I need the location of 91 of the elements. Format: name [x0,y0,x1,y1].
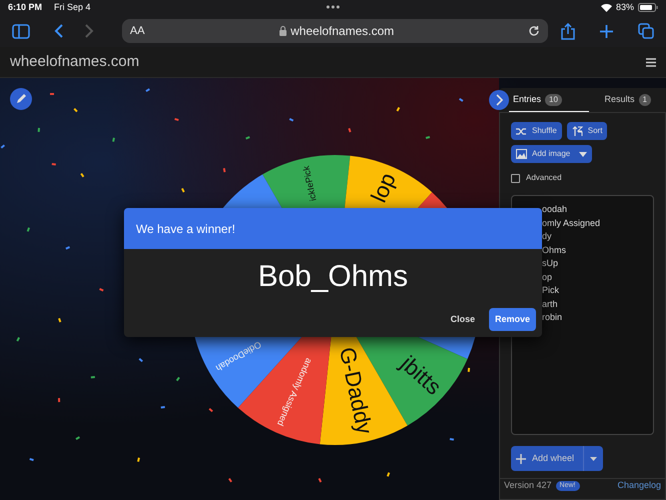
confetti-piece [80,173,84,178]
confetti-piece [386,472,390,477]
confetti-piece [58,318,62,322]
shuffle-icon [516,126,527,136]
back-icon[interactable] [54,23,64,39]
confetti-piece [458,98,464,102]
entry-text: op [542,270,554,284]
entry-text: dy [542,230,553,243]
entry-text: oodah [542,203,568,216]
confetti-piece [228,478,232,482]
confetti-piece [58,398,60,402]
pencil-icon [15,93,27,105]
caret-icon [579,152,588,156]
confetti-piece [160,406,165,408]
confetti-piece [246,136,250,140]
address-bar[interactable]: AA wheelofnames.com [122,19,548,43]
plus-icon [516,454,526,464]
status-time: 6:10 PM [8,0,42,14]
entry-text: Pick [542,284,560,297]
site-title[interactable]: wheelofnames.com [10,50,140,74]
tabs-icon[interactable] [638,23,654,39]
new-tab-icon[interactable] [599,24,614,38]
confetti-piece [176,376,180,382]
confetti-piece [208,408,214,412]
confetti-piece [223,168,226,172]
share-icon[interactable] [561,22,575,40]
winner-name: Bob_Ohms [256,259,410,295]
confetti-piece [52,163,56,166]
text-size-button[interactable]: AA [130,22,145,40]
confetti-piece [146,88,150,92]
entry-text: sUp [542,257,560,270]
edit-button[interactable] [10,88,32,110]
dropdown-button[interactable] [583,446,603,471]
menu-icon[interactable] [646,58,656,66]
toolbar-button[interactable]: Add image [511,145,592,163]
count-badge: 1 [638,94,651,106]
count-badge: 10 [545,94,562,106]
confetti-piece [426,136,430,139]
tab[interactable]: Results 1 [589,88,655,112]
url-text: wheelofnames.com [290,23,394,40]
confetti-piece [138,358,144,362]
caret-icon [590,456,597,460]
battery-percent: 83% [616,0,634,14]
add-wheel-button[interactable]: Add wheel [511,446,583,471]
confetti-piece [181,188,185,192]
confetti-piece [396,107,400,112]
wheel-label: lop [366,169,401,206]
dialog-button[interactable]: Close [450,308,475,331]
confetti-piece [318,478,322,482]
image-icon [516,149,527,159]
lock-icon [278,26,287,36]
entry-text: arth [542,298,559,310]
confetti-piece [99,288,104,292]
dialog-title: We have a winner! [136,220,236,238]
confetti-piece [468,368,470,372]
dialog-button[interactable]: Remove [488,308,536,331]
reload-icon[interactable] [528,25,540,37]
confetti-piece [38,128,40,132]
confetti-piece [16,337,20,342]
chevron-icon [495,94,503,106]
sidebar-icon[interactable] [12,24,30,38]
advanced-label: Advanced [526,172,562,184]
confetti-piece [29,458,34,462]
sort-icon [572,126,583,136]
multitask-dots-icon[interactable] [326,5,340,9]
battery-icon [638,3,658,12]
status-date: Fri Sep 4 [54,0,91,14]
collapse-button[interactable] [489,90,509,110]
confetti-piece [137,458,140,462]
entry-text: Ohms [542,244,568,256]
version-text: Version 427 [504,479,552,492]
confetti-piece [450,438,454,441]
confetti-piece [66,246,70,250]
confetti-piece [112,138,115,142]
changelog-link[interactable]: Changelog [617,479,661,493]
toolbar-button[interactable]: Sort [566,122,608,140]
wifi-icon [600,4,612,12]
advanced-checkbox[interactable] [511,174,520,182]
entry-text: omly Assigned [542,216,602,230]
toolbar-button[interactable]: Shuffle [511,122,562,140]
entry-text: robin [542,311,564,324]
confetti-piece [76,436,80,440]
wheel-label: G-Daddy [334,344,378,436]
confetti-piece [0,144,5,149]
wheel-label: ickIePick [301,165,318,202]
confetti-piece [26,227,30,232]
confetti-piece [348,128,352,132]
confetti-piece [74,108,78,112]
confetti-piece [289,118,294,122]
confetti-piece [174,118,179,122]
confetti-piece [90,376,95,378]
